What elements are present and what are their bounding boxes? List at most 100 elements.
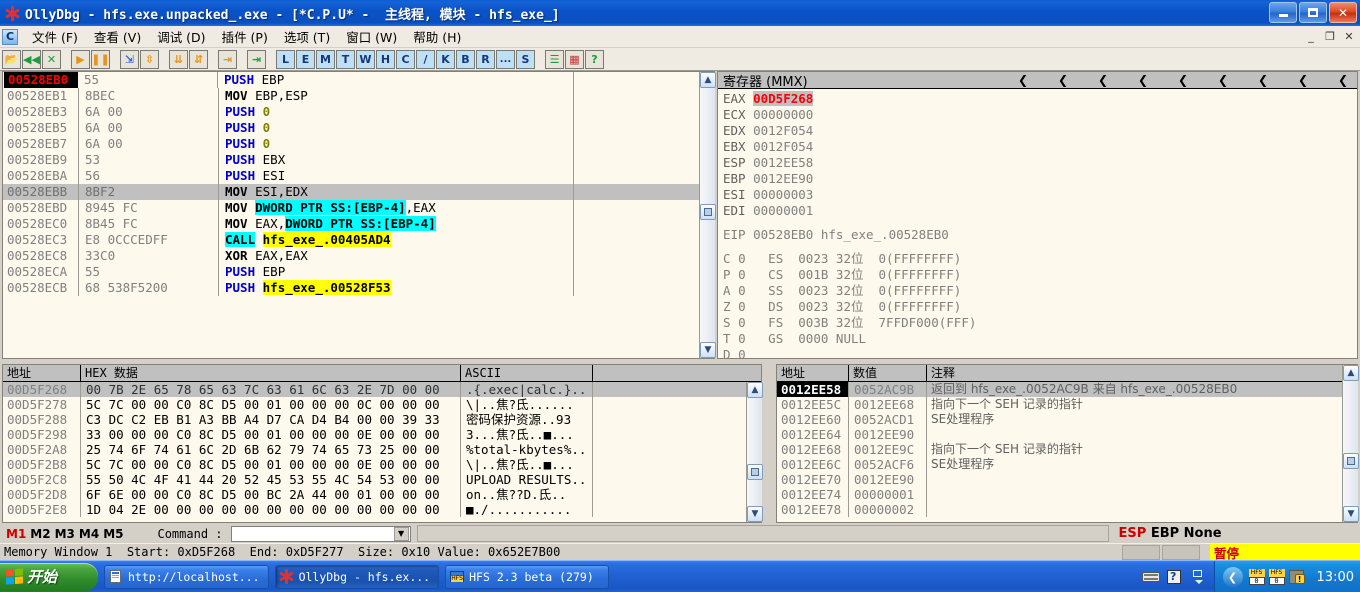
register-row-eip[interactable]: EIP 00528EB0 hfs_exe_.00528EB0 bbox=[723, 227, 1357, 243]
menu-help[interactable]: 帮助 (H) bbox=[405, 25, 469, 48]
register-column-chevron-icon[interactable]: ❮ bbox=[1338, 73, 1348, 87]
dump-col-ascii[interactable]: ASCII bbox=[461, 365, 593, 382]
register-column-chevron-icon[interactable]: ❮ bbox=[1018, 73, 1028, 87]
register-column-chevron-icon[interactable]: ❮ bbox=[1098, 73, 1108, 87]
dump-ascii[interactable]: 3...焦?氐..■... bbox=[461, 427, 593, 442]
toolbar-cpu-window-button[interactable]: C bbox=[396, 49, 415, 69]
disassembly-row[interactable]: 00528EB0 55 PUSH EBP bbox=[3, 72, 714, 88]
toolbar-run-button[interactable]: ▶ bbox=[71, 49, 90, 69]
disassembly-row[interactable]: 00528EBA 56 PUSH ESI bbox=[3, 168, 714, 184]
flag-segment-row[interactable]: D 0 bbox=[723, 347, 1357, 358]
toolbar-close-program-button[interactable]: ✕ bbox=[42, 49, 61, 69]
mdi-minimize-button[interactable]: _ bbox=[1304, 29, 1318, 43]
close-button[interactable]: ✕ bbox=[1329, 2, 1357, 23]
flag-value[interactable]: 0 bbox=[738, 315, 768, 330]
register-column-chevron-icon[interactable]: ❮ bbox=[1258, 73, 1268, 87]
menu-view[interactable]: 查看 (V) bbox=[86, 25, 149, 48]
mem-tag-m5[interactable]: M5 bbox=[103, 527, 123, 541]
toolbar-references-button[interactable]: R bbox=[476, 49, 495, 69]
segment-selector[interactable]: 0023 bbox=[798, 283, 836, 298]
dump-hex-bytes[interactable]: 1D 04 2E 00 00 00 00 00 00 00 00 00 00 0… bbox=[81, 502, 461, 517]
clock[interactable]: 13:00 bbox=[1317, 570, 1354, 585]
disassembly-row[interactable]: 00528EBD 8945 FC MOV DWORD PTR SS:[EBP-4],… bbox=[3, 200, 714, 216]
segment-selector[interactable]: 0023 bbox=[798, 299, 836, 314]
dump-scroll-up-arrow[interactable]: ▲ bbox=[747, 382, 763, 398]
disassembly-row[interactable]: 00528EC0 8B45 FC MOV EAX,DWORD PTR SS:[EBP… bbox=[3, 216, 714, 232]
mem-tag-m4[interactable]: M4 bbox=[79, 527, 99, 541]
flag-value[interactable]: 0 bbox=[738, 299, 768, 314]
dump-ascii[interactable]: .{.exec|calc.}.. bbox=[461, 382, 593, 397]
dump-row[interactable]: 00D5F2C8 55 50 4C 4F 41 44 20 52 45 53 55… bbox=[3, 472, 761, 487]
show-hidden-icons-icon[interactable]: ❮ bbox=[1222, 567, 1243, 587]
menu-plugins[interactable]: 插件 (P) bbox=[214, 25, 276, 48]
dump-ascii[interactable]: on..焦??D.氐.. bbox=[461, 487, 593, 502]
stack-pane[interactable]: 地址 数值 注释 0012EE58 0052AC9B 返回到 hfs_exe_.00… bbox=[776, 364, 1358, 523]
toolbar-help-button[interactable]: ? bbox=[585, 49, 604, 69]
stack-scrollbar[interactable]: ▲ ▼ bbox=[1342, 365, 1359, 522]
disassembly-row[interactable]: 00528EB9 53 PUSH EBX bbox=[3, 152, 714, 168]
dump-hex-bytes[interactable]: 5C 7C 00 00 C0 8C D5 00 01 00 00 00 0C 0… bbox=[81, 397, 461, 412]
dump-ascii[interactable]: 密码保护资源..93 bbox=[461, 412, 593, 427]
start-button[interactable]: 开始 bbox=[0, 562, 98, 591]
dump-col-address[interactable]: 地址 bbox=[3, 365, 81, 382]
toolbar-run-to-selection-button[interactable]: ⇥ bbox=[247, 49, 266, 69]
toolbar-pause-button[interactable]: ❚❚ bbox=[91, 49, 110, 69]
stack-rows[interactable]: 0012EE58 0052AC9B 返回到 hfs_exe_.0052AC9B 来自… bbox=[777, 382, 1357, 517]
flag-value[interactable]: 0 bbox=[738, 251, 768, 266]
menu-window[interactable]: 窗口 (W) bbox=[338, 25, 405, 48]
dump-scroll-down-arrow[interactable]: ▼ bbox=[747, 506, 763, 522]
mdi-close-button[interactable]: ✕ bbox=[1342, 29, 1356, 43]
disassembly-row[interactable]: 00528ECB 68 538F5200 PUSH hfs_exe_.00528F5… bbox=[3, 280, 714, 296]
register-row-edx[interactable]: EDX 0012F054 bbox=[723, 123, 1357, 139]
dump-hex-bytes[interactable]: 55 50 4C 4F 41 44 20 52 45 53 55 4C 54 5… bbox=[81, 472, 461, 487]
register-value[interactable]: 00D5F268 bbox=[753, 91, 814, 106]
dump-row[interactable]: 00D5F2A8 25 74 6F 74 61 6C 2D 6B 62 79 74… bbox=[3, 442, 761, 457]
disassembly-pane[interactable]: 00528EB0 55 PUSH EBP 00528EB1 8BEC MOV EBP,ES… bbox=[2, 71, 715, 359]
toolbar-call-stack-button[interactable]: K bbox=[436, 49, 455, 69]
disassembly-row[interactable]: 00528EB7 6A 00 PUSH 0 bbox=[3, 136, 714, 152]
stack-row[interactable]: 0012EE5C 0012EE68 指向下一个 SEH 记录的指针 bbox=[777, 397, 1357, 412]
dump-row[interactable]: 00D5F278 5C 7C 00 00 C0 8C D5 00 01 00 00… bbox=[3, 397, 761, 412]
stack-scroll-up-arrow[interactable]: ▲ bbox=[1343, 365, 1359, 381]
stack-value[interactable]: 0052AC9B bbox=[849, 382, 927, 397]
stack-value[interactable]: 0012EE9C bbox=[849, 442, 927, 457]
cascade-icon[interactable] bbox=[1190, 569, 1208, 585]
register-value[interactable]: 00000001 bbox=[753, 203, 813, 218]
toolbar-windows-button[interactable]: W bbox=[356, 49, 375, 69]
register-row-ebp[interactable]: EBP 0012EE90 bbox=[723, 171, 1357, 187]
register-column-chevron-icon[interactable]: ❮ bbox=[1138, 73, 1148, 87]
stack-row[interactable]: 0012EE68 0012EE9C 指向下一个 SEH 记录的指针 bbox=[777, 442, 1357, 457]
toolbar-patches-button[interactable]: / bbox=[416, 49, 435, 69]
keyboard-icon[interactable] bbox=[1142, 569, 1160, 585]
mdi-restore-button[interactable]: ❐ bbox=[1323, 29, 1337, 43]
register-column-chevron-icon[interactable]: ❮ bbox=[1178, 73, 1188, 87]
warning-shield-icon[interactable]: ! bbox=[1288, 569, 1305, 585]
segment-selector[interactable]: 003B bbox=[798, 315, 836, 330]
dump-hex-bytes[interactable]: 33 00 00 00 C0 8C D5 00 01 00 00 00 0E 0… bbox=[81, 427, 461, 442]
scroll-up-arrow[interactable]: ▲ bbox=[700, 72, 716, 88]
flag-segment-row[interactable]: A 0 SS 0023 32位 0(FFFFFFFF) bbox=[723, 283, 1357, 299]
taskbar-item-hfs[interactable]: HFS HFS 2.3 beta (279) bbox=[445, 564, 610, 589]
register-value[interactable]: 0012F054 bbox=[753, 123, 813, 138]
flag-value[interactable]: 0 bbox=[738, 347, 768, 358]
menu-options[interactable]: 选项 (T) bbox=[276, 25, 338, 48]
stack-row[interactable]: 0012EE58 0052AC9B 返回到 hfs_exe_.0052AC9B 来自… bbox=[777, 382, 1357, 397]
stack-value[interactable]: 0012EE90 bbox=[849, 427, 927, 442]
maximize-button[interactable] bbox=[1299, 2, 1327, 23]
register-column-chevron-icon[interactable]: ❮ bbox=[1298, 73, 1308, 87]
disassembly-row[interactable]: 00528EB3 6A 00 PUSH 0 bbox=[3, 104, 714, 120]
help-icon[interactable]: ? bbox=[1166, 569, 1184, 585]
stack-row[interactable]: 0012EE78 00000002 bbox=[777, 502, 1357, 517]
register-value[interactable]: 00000000 bbox=[753, 107, 813, 122]
stack-row[interactable]: 0012EE60 0052ACD1 SE处理程序 bbox=[777, 412, 1357, 427]
flag-segment-row[interactable]: P 0 CS 001B 32位 0(FFFFFFFF) bbox=[723, 267, 1357, 283]
dump-hex-bytes[interactable]: 00 7B 2E 65 78 65 63 7C 63 61 6C 63 2E 7… bbox=[81, 382, 461, 397]
segment-selector[interactable]: 0000 bbox=[798, 331, 836, 346]
dump-ascii[interactable]: \|..焦?氐...... bbox=[461, 397, 593, 412]
mem-tag-m2[interactable]: M2 bbox=[30, 527, 50, 541]
dump-row[interactable]: 00D5F2E8 1D 04 2E 00 00 00 00 00 00 00 00… bbox=[3, 502, 761, 517]
stack-row[interactable]: 0012EE74 00000001 bbox=[777, 487, 1357, 502]
cpu-window-system-icon[interactable]: C bbox=[2, 28, 18, 45]
toolbar-trace-into-button[interactable]: ⇊ bbox=[169, 49, 188, 69]
toolbar-run-trace-button[interactable]: ... bbox=[496, 49, 515, 69]
